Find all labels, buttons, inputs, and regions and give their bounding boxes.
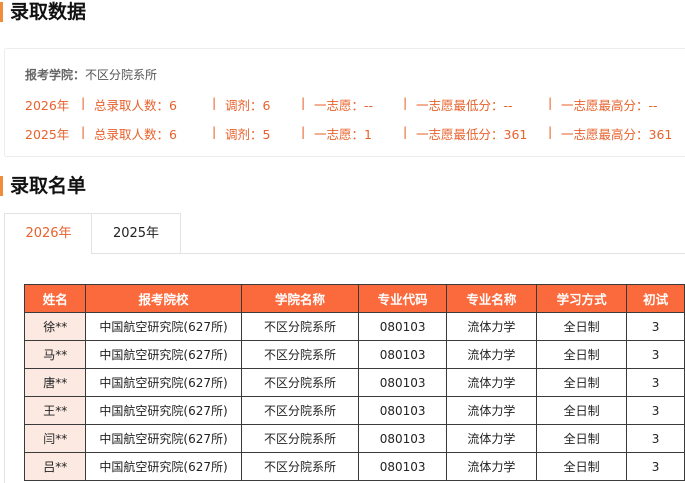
separator: |	[403, 124, 408, 139]
cell-school: 中国航空研究院(627所)	[85, 424, 242, 453]
admission-list-title: 录取名单	[0, 175, 86, 197]
total-admitted: 总录取人数：6	[94, 127, 177, 142]
school-filter-line: 报考学院：不区分院系所	[25, 66, 157, 83]
tab-panel-border	[4, 253, 5, 483]
separator: |	[548, 95, 553, 110]
column-header-college: 学院名称	[240, 284, 360, 313]
table-row: 徐** 中国航空研究院(627所) 不区分院系所 080103 流体力学 全日制 3	[23, 312, 685, 341]
cell-college: 不区分院系所	[240, 312, 360, 341]
school-value: 不区分院系所	[85, 68, 158, 82]
cell-school: 中国航空研究院(627所)	[85, 368, 242, 397]
separator: |	[212, 95, 217, 110]
column-header-name: 姓名	[23, 284, 87, 313]
cell-name: 吕**	[23, 452, 87, 481]
cell-mode: 全日制	[536, 368, 628, 397]
cell-code: 080103	[358, 396, 447, 425]
first-choice-min: 一志愿最低分：--	[416, 98, 513, 113]
cell-college: 不区分院系所	[240, 452, 360, 481]
admission-stats-panel: 报考学院：不区分院系所 2026年 | 总录取人数：6 | 调剂：6 | 一志愿…	[4, 48, 685, 157]
column-header-mode: 学习方式	[536, 284, 628, 313]
separator: |	[212, 124, 217, 139]
stats-year: 2025年	[25, 127, 70, 142]
cell-name: 徐**	[23, 312, 87, 341]
cell-college: 不区分院系所	[240, 424, 360, 453]
admission-table: 姓名 报考院校 学院名称 专业代码 专业名称 学习方式 初试 徐** 中国航空研究…	[23, 284, 685, 481]
adjust-count: 调剂：5	[225, 127, 271, 142]
column-header-score: 初试	[626, 284, 685, 313]
separator: |	[548, 124, 553, 139]
separator: |	[301, 124, 306, 139]
table-row: 马** 中国航空研究院(627所) 不区分院系所 080103 流体力学 全日制 3	[23, 340, 685, 369]
table-row: 闫** 中国航空研究院(627所) 不区分院系所 080103 流体力学 全日制 3	[23, 424, 685, 453]
adjust-count: 调剂：6	[225, 98, 271, 113]
first-choice-max: 一志愿最高分：361	[561, 127, 673, 142]
cell-school: 中国航空研究院(627所)	[85, 396, 242, 425]
cell-major: 流体力学	[445, 340, 538, 369]
cell-school: 中国航空研究院(627所)	[85, 340, 242, 369]
column-header-school: 报考院校	[85, 284, 242, 313]
column-header-code: 专业代码	[358, 284, 447, 313]
cell-mode: 全日制	[536, 452, 628, 481]
cell-name: 闫**	[23, 424, 87, 453]
first-choice-max: 一志愿最高分：--	[561, 98, 658, 113]
cell-code: 080103	[358, 424, 447, 453]
cell-major: 流体力学	[445, 424, 538, 453]
cell-name: 王**	[23, 396, 87, 425]
separator: |	[81, 124, 86, 139]
column-header-major: 专业名称	[445, 284, 538, 313]
table-row: 王** 中国航空研究院(627所) 不区分院系所 080103 流体力学 全日制 3	[23, 396, 685, 425]
cell-name: 马**	[23, 340, 87, 369]
cell-score: 3	[626, 368, 685, 397]
cell-mode: 全日制	[536, 424, 628, 453]
cell-major: 流体力学	[445, 396, 538, 425]
school-label: 报考学院：	[25, 68, 86, 82]
stats-year: 2026年	[25, 98, 70, 113]
cell-school: 中国航空研究院(627所)	[85, 312, 242, 341]
separator: |	[81, 95, 86, 110]
cell-college: 不区分院系所	[240, 368, 360, 397]
admission-data-title: 录取数据	[0, 1, 86, 23]
total-admitted: 总录取人数：6	[94, 98, 177, 113]
cell-college: 不区分院系所	[240, 396, 360, 425]
cell-code: 080103	[358, 340, 447, 369]
table-row: 吕** 中国航空研究院(627所) 不区分院系所 080103 流体力学 全日制 3	[23, 452, 685, 481]
cell-score: 3	[626, 312, 685, 341]
cell-score: 3	[626, 340, 685, 369]
first-choice-count: 一志愿：--	[314, 98, 374, 113]
cell-code: 080103	[358, 368, 447, 397]
tab-divider	[92, 253, 685, 254]
cell-mode: 全日制	[536, 396, 628, 425]
separator: |	[301, 95, 306, 110]
admission-page: 录取数据 报考学院：不区分院系所 2026年 | 总录取人数：6 | 调剂：6 …	[0, 0, 685, 483]
tab-2025[interactable]: 2025年	[91, 213, 181, 254]
cell-college: 不区分院系所	[240, 340, 360, 369]
first-choice-min: 一志愿最低分：361	[416, 127, 528, 142]
separator: |	[403, 95, 408, 110]
cell-major: 流体力学	[445, 452, 538, 481]
cell-code: 080103	[358, 312, 447, 341]
cell-score: 3	[626, 452, 685, 481]
cell-score: 3	[626, 424, 685, 453]
first-choice-count: 一志愿：1	[314, 127, 372, 142]
table-row: 唐** 中国航空研究院(627所) 不区分院系所 080103 流体力学 全日制 3	[23, 368, 685, 397]
table-header-row: 姓名 报考院校 学院名称 专业代码 专业名称 学习方式 初试	[23, 284, 685, 313]
cell-name: 唐**	[23, 368, 87, 397]
cell-score: 3	[626, 396, 685, 425]
cell-major: 流体力学	[445, 312, 538, 341]
cell-code: 080103	[358, 452, 447, 481]
cell-mode: 全日制	[536, 312, 628, 341]
cell-major: 流体力学	[445, 368, 538, 397]
cell-school: 中国航空研究院(627所)	[85, 452, 242, 481]
cell-mode: 全日制	[536, 340, 628, 369]
tab-2026[interactable]: 2026年	[4, 213, 92, 254]
